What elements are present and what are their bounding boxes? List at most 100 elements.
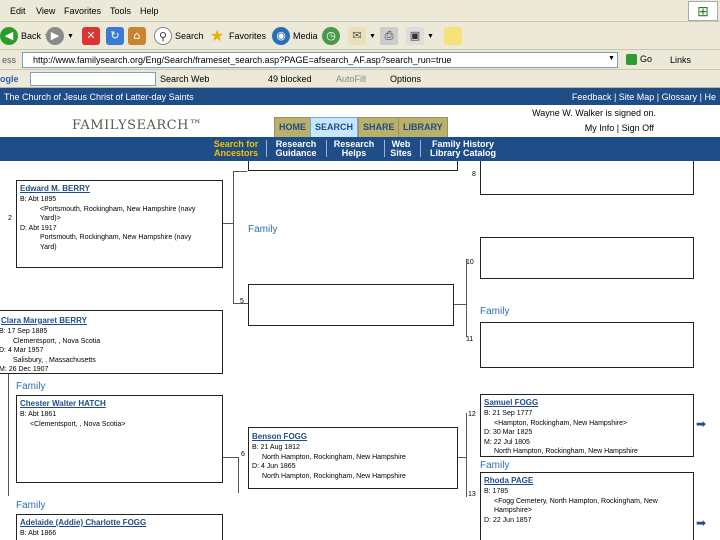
family-link[interactable]: Family <box>16 500 45 511</box>
detail-line: B: Abt 1866 <box>20 530 57 537</box>
subnav-search-for-ancestors[interactable]: Search for Ancestors <box>210 140 262 158</box>
familysearch-header: FAMILYSEARCH™ HOME SEARCH SHARE LIBRARY … <box>0 105 720 137</box>
pedigree-number: 6 <box>241 451 245 458</box>
tab-library[interactable]: LIBRARY <box>398 117 448 137</box>
subnav-research-guidance[interactable]: Research Guidance <box>272 140 320 158</box>
media-label: Media <box>293 31 318 41</box>
person-box-10[interactable] <box>480 237 694 279</box>
connector-line <box>454 304 466 305</box>
person-details: B: 17 Sep 1885 Clementsport, , Nova Scot… <box>0 327 100 375</box>
person-name[interactable]: Clara Margaret BERRY <box>1 316 87 325</box>
subnav-divider <box>266 140 267 157</box>
address-bar: ess http://www.familysearch.org/Eng/Sear… <box>0 50 720 70</box>
go-button[interactable]: Go <box>626 52 664 68</box>
detail-line: Yard)> <box>40 215 61 222</box>
connector-line <box>8 374 9 496</box>
person-box-edward-berry[interactable]: Edward M. BERRY B: Abt 1895 <Portsmouth,… <box>16 180 223 268</box>
detail-line: Portsmouth, Rockingham, New Hampshire (n… <box>40 234 192 241</box>
family-link[interactable]: Family <box>16 381 45 392</box>
media-button[interactable]: ◉ Media <box>272 26 318 46</box>
person-box-11[interactable] <box>480 322 694 368</box>
menu-favorites[interactable]: Favorites <box>64 6 101 16</box>
detail-line: B: 1785 <box>484 488 509 495</box>
person-details: B: 1785 <Fogg Cemetery, North Hampton, R… <box>484 487 658 525</box>
person-name[interactable]: Rhoda PAGE <box>484 476 533 485</box>
browser-toolbar: ◀ Back ▼ ▶ ▼ ✕ ↻ ⌂ ⚲ Search ★ Favorites … <box>0 22 720 50</box>
history-button[interactable]: ◷ <box>322 26 340 46</box>
person-details: B: 21 Sep 1777 <Hampton, Rockingham, New… <box>484 409 638 457</box>
detail-line: D: 4 Mar 1957 <box>0 347 44 354</box>
expand-arrow-icon[interactable]: ➡ <box>696 516 706 530</box>
familysearch-logo[interactable]: FAMILYSEARCH™ <box>72 118 202 133</box>
family-link[interactable]: Family <box>480 306 509 317</box>
menu-view[interactable]: View <box>36 6 55 16</box>
person-box-partial[interactable] <box>248 161 458 171</box>
menu-help[interactable]: Help <box>140 6 159 16</box>
tab-home[interactable]: HOME <box>274 117 311 137</box>
person-details: B: Abt 1866 <box>20 529 56 539</box>
family-link[interactable]: Family <box>248 224 277 235</box>
tab-share[interactable]: SHARE <box>358 117 400 137</box>
subnav-family-history-library-catalog[interactable]: Family History Library Catalog <box>424 140 502 158</box>
url-input[interactable]: http://www.familysearch.org/Eng/Search/f… <box>22 52 618 68</box>
print-button[interactable]: ⎙ <box>380 26 398 46</box>
pedigree-chart: 2 Edward M. BERRY B: Abt 1895 <Portsmout… <box>0 161 720 540</box>
subnav-label: Sites <box>390 148 412 158</box>
search-subnav: Search for Ancestors Research Guidance R… <box>0 137 720 161</box>
detail-line: B: 21 Aug 1812 <box>252 444 300 451</box>
subnav-web-sites[interactable]: Web Sites <box>386 140 416 158</box>
pedigree-number: 10 <box>466 259 474 266</box>
connector-line <box>238 457 239 493</box>
address-label: ess <box>2 55 17 65</box>
detail-line: D: 30 Mar 1825 <box>484 429 533 436</box>
person-name[interactable]: Samuel FOGG <box>484 398 538 407</box>
connector-line <box>466 413 467 497</box>
person-name[interactable]: Edward M. BERRY <box>20 184 90 193</box>
account-links[interactable]: My Info | Sign Off <box>585 123 654 133</box>
menu-tools[interactable]: Tools <box>110 6 131 16</box>
note-icon <box>444 27 462 45</box>
person-box-rhoda-page[interactable]: Rhoda PAGE B: 1785 <Fogg Cemetery, North… <box>480 472 694 540</box>
back-button[interactable]: ◀ Back ▼ <box>0 26 51 46</box>
tab-search[interactable]: SEARCH <box>310 117 359 137</box>
person-box-8[interactable] <box>480 161 694 195</box>
chevron-down-icon[interactable]: ▼ <box>608 55 615 62</box>
menu-edit[interactable]: Edit <box>10 6 26 16</box>
stop-button[interactable]: ✕ <box>82 26 100 46</box>
options-button[interactable]: Options <box>390 74 421 84</box>
person-box-adelaide-fogg[interactable]: Adelaide (Addie) Charlotte FOGG B: Abt 1… <box>16 514 223 540</box>
person-box-samuel-fogg[interactable]: Samuel FOGG B: 21 Sep 1777 <Hampton, Roc… <box>480 394 694 457</box>
person-box-5[interactable] <box>248 284 454 326</box>
connector-line <box>233 171 247 172</box>
person-name[interactable]: Benson FOGG <box>252 432 307 441</box>
detail-line: B: Abt 1895 <box>20 196 57 203</box>
connector-line <box>233 303 248 304</box>
messenger-button[interactable] <box>444 26 462 46</box>
mail-button[interactable]: ✉ ▼ <box>348 26 376 46</box>
person-name[interactable]: Adelaide (Addie) Charlotte FOGG <box>20 518 146 527</box>
expand-arrow-icon[interactable]: ➡ <box>696 417 706 431</box>
edit-button[interactable]: ▣ ▼ <box>406 26 434 46</box>
subnav-research-helps[interactable]: Research Helps <box>330 140 378 158</box>
autofill-button[interactable]: AutoFill <box>336 74 366 84</box>
google-toolbar: ogle Search Web 49 blocked AutoFill Opti… <box>0 70 720 88</box>
search-web-button[interactable]: Search Web <box>160 74 209 84</box>
refresh-button[interactable]: ↻ <box>106 26 124 46</box>
edit-icon: ▣ <box>406 27 424 45</box>
detail-line: <Portsmouth, Rockingham, New Hampshire (… <box>40 205 196 213</box>
search-button[interactable]: ⚲ Search <box>154 26 204 46</box>
family-link[interactable]: Family <box>480 460 509 471</box>
person-name[interactable]: Chester Walter HATCH <box>20 399 106 408</box>
search-label: Search <box>175 31 204 41</box>
google-search-input[interactable] <box>30 72 156 86</box>
links-button[interactable]: Links <box>670 55 691 65</box>
home-button[interactable]: ⌂ <box>128 26 146 46</box>
media-icon: ◉ <box>272 27 290 45</box>
forward-button[interactable]: ▶ ▼ <box>46 26 74 46</box>
person-box-clara-berry[interactable]: Clara Margaret BERRY B: 17 Sep 1885 Clem… <box>0 310 223 374</box>
person-box-chester-hatch[interactable]: Chester Walter HATCH B: Abt 1861 <Clemen… <box>16 395 223 483</box>
church-links[interactable]: Feedback | Site Map | Glossary | He <box>572 92 716 102</box>
person-box-benson-fogg[interactable]: Benson FOGG B: 21 Aug 1812 North Hampton… <box>248 427 458 489</box>
popup-blocked-button[interactable]: 49 blocked <box>268 74 312 84</box>
favorites-button[interactable]: ★ Favorites <box>208 26 266 46</box>
